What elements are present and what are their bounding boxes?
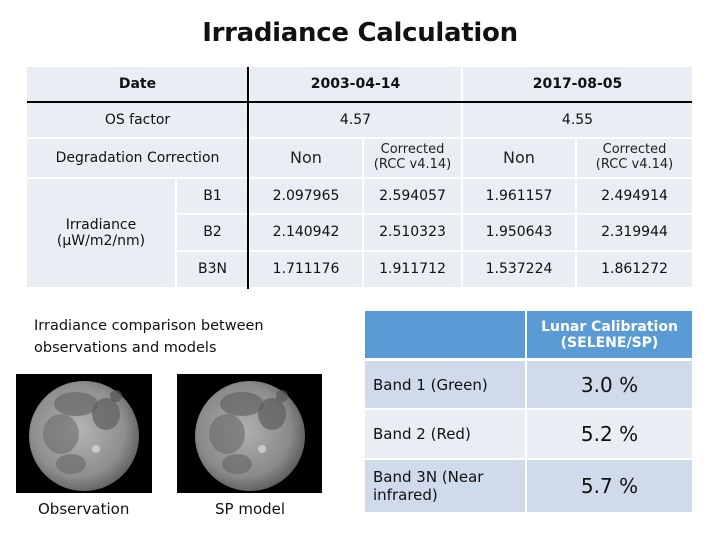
header-divider-line (27, 101, 692, 103)
band-label-line1: Band 3N (Near (373, 468, 484, 486)
value-cell: 1.711176 (250, 252, 362, 287)
value-cell: 2.140942 (250, 215, 362, 250)
value-cell: 2.594057 (364, 179, 461, 213)
os-factor-label: OS factor (27, 103, 248, 137)
comparison-heading-line2: observations and models (34, 340, 217, 356)
date-2017: 2017-08-05 (463, 67, 692, 102)
lunar-header-blank (365, 311, 525, 358)
lunar-header-line2: (SELENE/SP) (560, 334, 659, 351)
comparison-heading-line1: Irradiance comparison between (34, 318, 264, 334)
band-label: Band 3N (Near infrared) (365, 460, 525, 512)
value-cell: 1.961157 (463, 179, 575, 213)
value-cell: 1.911712 (364, 252, 461, 287)
irradiance-label: Irradiance (μW/m2/nm) (27, 179, 175, 287)
band-label: B3N (177, 252, 248, 287)
comparison-heading: Irradiance comparison between observatio… (34, 315, 264, 359)
irradiance-label-line2: (μW/m2/nm) (56, 233, 146, 249)
date-header: Date (27, 67, 248, 102)
band-label: B1 (177, 179, 248, 213)
band-label: B2 (177, 215, 248, 250)
value-cell: 2.510323 (364, 215, 461, 250)
date-2003: 2003-04-14 (250, 67, 461, 102)
lunar-value: 5.7 % (527, 460, 692, 512)
page-title: Irradiance Calculation (202, 18, 518, 48)
value-cell: 1.537224 (463, 252, 575, 287)
corrected-line2: (RCC v4.14) (595, 157, 674, 172)
os-factor-2017: 4.55 (463, 103, 692, 137)
lunar-value: 3.0 % (527, 361, 692, 408)
value-cell: 1.950643 (463, 215, 575, 250)
corrected-line1: Corrected (602, 142, 667, 158)
irradiance-label-line1: Irradiance (65, 216, 137, 233)
value-cell: 2.494914 (577, 179, 692, 213)
moon-icon (195, 381, 305, 491)
non-2003-header: Non (250, 139, 362, 177)
corrected-line1: Corrected (380, 142, 445, 158)
value-cell: 1.861272 (577, 252, 692, 287)
corrected-2003-header: Corrected (RCC v4.14) (364, 139, 461, 177)
lunar-header-line1: Lunar Calibration (541, 318, 678, 335)
value-cell: 2.319944 (577, 215, 692, 250)
lunar-value: 5.2 % (527, 410, 692, 458)
observation-moon-image (16, 374, 152, 493)
moon-icon (29, 381, 139, 491)
label-divider-line (247, 67, 249, 289)
os-factor-2003: 4.57 (250, 103, 461, 137)
value-cell: 2.097965 (250, 179, 362, 213)
observation-caption: Observation (38, 500, 130, 518)
lunar-header: Lunar Calibration (SELENE/SP) (527, 311, 692, 358)
band-label: Band 1 (Green) (365, 361, 525, 408)
band-label-line2: infrared) (373, 486, 438, 504)
band-label: Band 2 (Red) (365, 410, 525, 458)
non-2017-header: Non (463, 139, 575, 177)
sp-model-moon-image (177, 374, 322, 493)
corrected-line2: (RCC v4.14) (373, 157, 452, 172)
sp-model-caption: SP model (215, 500, 286, 518)
degradation-label: Degradation Correction (27, 139, 248, 177)
corrected-2017-header: Corrected (RCC v4.14) (577, 139, 692, 177)
